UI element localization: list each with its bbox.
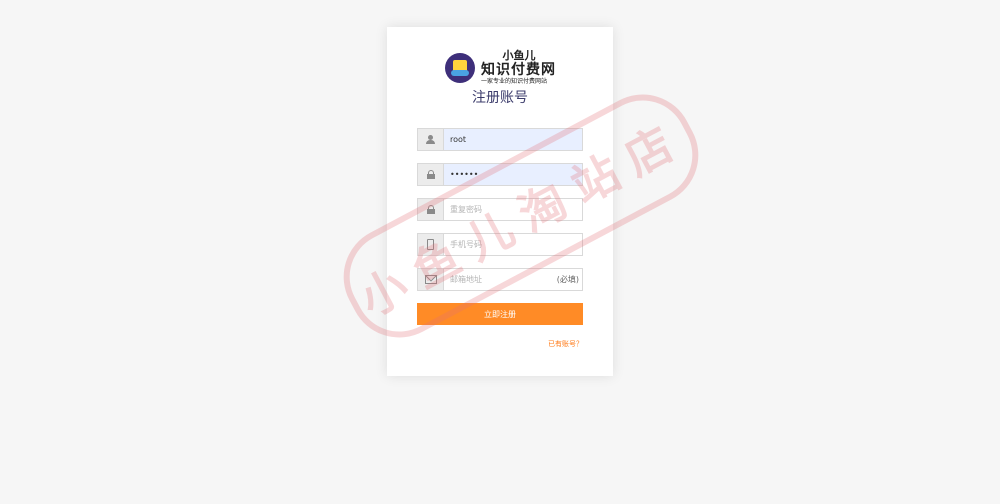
username-input[interactable]	[444, 129, 582, 150]
page-title: 注册账号	[472, 90, 528, 106]
logo-line3: 一家专业的知识付费网站	[481, 78, 548, 85]
phone-input[interactable]	[444, 234, 582, 255]
login-link[interactable]: 已有账号？	[548, 339, 583, 349]
logo-line2: 知识付费网	[481, 62, 556, 78]
confirm-password-field	[417, 198, 583, 221]
password-input[interactable]	[444, 164, 582, 185]
phone-field	[417, 233, 583, 256]
email-input[interactable]	[444, 269, 557, 290]
logo-badge-icon	[445, 53, 475, 83]
logo-line1: 小鱼儿	[502, 49, 536, 62]
register-button[interactable]: 立即注册	[417, 303, 583, 325]
user-icon	[418, 129, 444, 150]
site-logo: 小鱼儿 知识付费网 一家专业的知识付费网站	[445, 50, 557, 86]
username-field	[417, 128, 583, 151]
confirm-password-input[interactable]	[444, 199, 582, 220]
phone-icon	[418, 234, 444, 255]
email-field: (必填)	[417, 268, 583, 291]
password-field	[417, 163, 583, 186]
register-card: 小鱼儿 知识付费网 一家专业的知识付费网站 注册账号 (必填) 立即注册 已有账…	[387, 27, 613, 376]
lock-icon	[418, 164, 444, 185]
mail-icon	[418, 269, 444, 290]
logo-text: 小鱼儿 知识付费网 一家专业的知识付费网站	[481, 50, 557, 86]
lock-icon	[418, 199, 444, 220]
required-hint: (必填)	[556, 275, 579, 284]
